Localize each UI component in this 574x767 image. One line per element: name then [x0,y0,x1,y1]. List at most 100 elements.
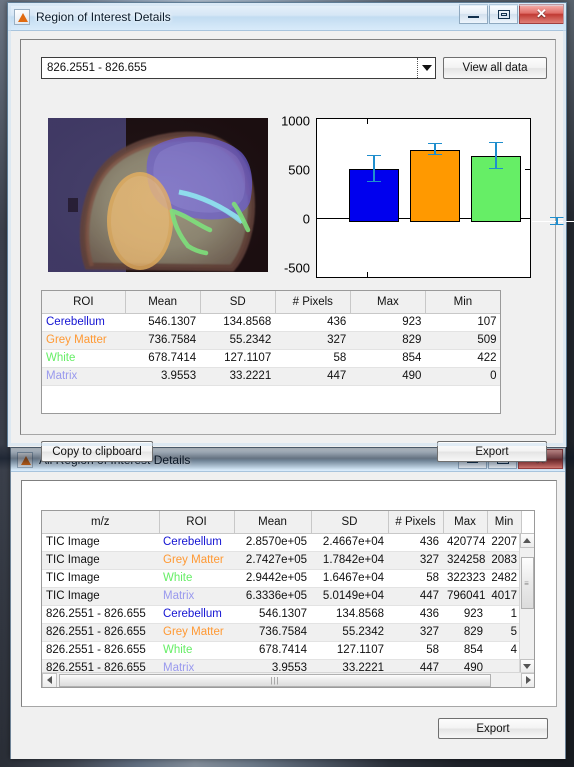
all-roi-details-window: All Region of Interest Details ✕ [10,447,566,759]
cell-sd: 55.2342 [200,331,276,350]
window1-panel: 826.2551 - 826.655 View all data 1000 50… [20,39,574,462]
table-row[interactable]: TIC Image Matrix 6.3336e+05 5.0149e+04 447 79… [42,587,521,606]
cell-max: 923 [443,605,487,624]
view-all-data-button[interactable]: View all data [443,57,547,79]
table-row[interactable]: White 678.7414 127.1107 58 854 422 [42,349,500,368]
cell-sd: 33.2221 [200,367,276,386]
cell-sd: 127.1107 [311,641,388,660]
cell-max: 324258 [443,551,487,570]
cell-sd: 134.8568 [311,605,388,624]
cell-min: 2207 [487,533,521,552]
brain-image-svg [48,118,268,272]
cell-min: 107 [425,313,500,332]
chart-y-axis: 1000 500 0 -500 [274,114,314,278]
table-row[interactable]: Grey Matter 736.7584 55.2342 327 829 509 [42,331,500,350]
chevron-down-icon[interactable] [417,58,435,78]
col-header-pixels[interactable]: # Pixels [388,511,444,534]
cell-mz: TIC Image [42,551,159,570]
table-row[interactable]: Cerebellum 546.1307 134.8568 436 923 107 [42,313,500,332]
scroll-right-arrow[interactable] [521,672,534,687]
cell-mean: 2.9442e+05 [234,569,311,588]
cell-max: 490 [350,367,426,386]
col-header-roi[interactable]: ROI [42,291,126,314]
error-cap-top-grey-matter [428,142,442,144]
export-button-2[interactable]: Export [438,718,548,739]
table-row[interactable]: TIC Image White 2.9442e+05 1.6467e+04 58 3223… [42,569,521,588]
col-header-pixels[interactable]: # Pixels [275,291,351,314]
cell-max: 420774 [443,533,487,552]
table-row[interactable]: Matrix 3.9553 33.2221 447 490 0 [42,367,500,386]
table-vertical-scrollbar[interactable]: ≡ [519,533,534,674]
y-tick-label: -500 [283,260,310,276]
table-row[interactable]: 826.2551 - 826.655 White 678.7414 127.1107 5… [42,641,521,660]
scroll-up-arrow[interactable] [519,533,534,548]
col-header-sd[interactable]: SD [200,291,276,314]
cell-pixels: 327 [388,551,443,570]
cell-roi: Cerebellum [159,533,234,552]
col-header-mean[interactable]: Mean [125,291,201,314]
minimize-button[interactable] [459,4,488,24]
col-header-min[interactable]: Min [487,511,522,534]
table-row[interactable]: TIC Image Grey Matter 2.7427e+05 1.7842e+04… [42,551,521,570]
cell-pixels: 436 [388,533,443,552]
cell-min: 5 [487,623,521,642]
cell-mz: TIC Image [42,587,159,606]
table-horizontal-scrollbar[interactable]: ||| [42,672,534,687]
cell-roi: Cerebellum [159,605,234,624]
matlab-figure-icon [14,8,30,25]
error-cap-bottom-white [489,167,503,169]
cell-max: 829 [443,623,487,642]
col-header-sd[interactable]: SD [311,511,389,534]
y-tick-label: 1000 [281,113,310,129]
cell-pixels: 447 [275,367,351,386]
screen: All Region of Interest Details ✕ [0,0,574,767]
cell-max: 923 [350,313,426,332]
cell-mz: 826.2551 - 826.655 [42,623,159,642]
col-header-max[interactable]: Max [443,511,488,534]
cell-sd: 55.2342 [311,623,388,642]
cell-min: 2083 [487,551,521,570]
col-header-mean[interactable]: Mean [234,511,312,534]
cell-pixels: 58 [388,569,443,588]
maximize-button[interactable] [489,4,518,24]
mz-range-combobox[interactable]: 826.2551 - 826.655 [41,57,436,79]
table-row[interactable]: 826.2551 - 826.655 Cerebellum 546.1307 134.… [42,605,521,624]
table-row[interactable]: 826.2551 - 826.655 Grey Matter 736.7584 55.… [42,623,521,642]
error-cap-bottom-cerebellum [367,180,381,182]
window1-titlebar[interactable]: Region of Interest Details ✕ [8,3,566,31]
col-header-max[interactable]: Max [350,291,426,314]
error-cap-top-cerebellum [367,154,381,156]
cell-mz: TIC Image [42,569,159,588]
cell-roi: Grey Matter [159,551,234,570]
cell-roi: Grey Matter [159,623,234,642]
y-tick-label: 500 [288,162,310,178]
col-header-mz[interactable]: m/z [42,511,160,534]
window2-body: m/z ROI Mean SD # Pixels Max Min TIC Ima… [11,472,565,759]
horizontal-scroll-thumb[interactable]: ||| [59,673,491,687]
export-button[interactable]: Export [437,441,547,462]
table-row[interactable]: TIC Image Cerebellum 2.8570e+05 2.4667e+04 4… [42,533,521,552]
cell-min: 509 [425,331,500,350]
window1-controls: ✕ [458,4,564,24]
cell-roi: White [159,641,234,660]
y-tick-label: 0 [302,211,310,227]
col-header-roi[interactable]: ROI [159,511,235,534]
error-cap-top-matrix [550,216,564,218]
cell-pixels: 447 [388,587,443,606]
cell-min: 422 [425,349,500,368]
cell-sd: 1.6467e+04 [311,569,388,588]
col-header-min[interactable]: Min [425,291,500,314]
cell-pixels: 58 [275,349,351,368]
cell-min: 0 [425,367,500,386]
cell-mean: 6.3336e+05 [234,587,311,606]
error-bar-cerebellum [373,156,375,182]
cell-pixels: 436 [275,313,351,332]
scroll-left-arrow[interactable] [42,672,57,687]
vertical-scroll-thumb[interactable]: ≡ [520,557,534,609]
roi-table-container[interactable]: ROI Mean SD # Pixels Max Min Cerebellum 5… [41,290,501,414]
roi-brain-image[interactable] [48,118,268,272]
all-roi-table-container[interactable]: m/z ROI Mean SD # Pixels Max Min TIC Ima… [41,510,535,688]
close-button[interactable]: ✕ [519,4,564,24]
copy-to-clipboard-button[interactable]: Copy to clipboard [41,441,153,462]
cell-mz: TIC Image [42,533,159,552]
